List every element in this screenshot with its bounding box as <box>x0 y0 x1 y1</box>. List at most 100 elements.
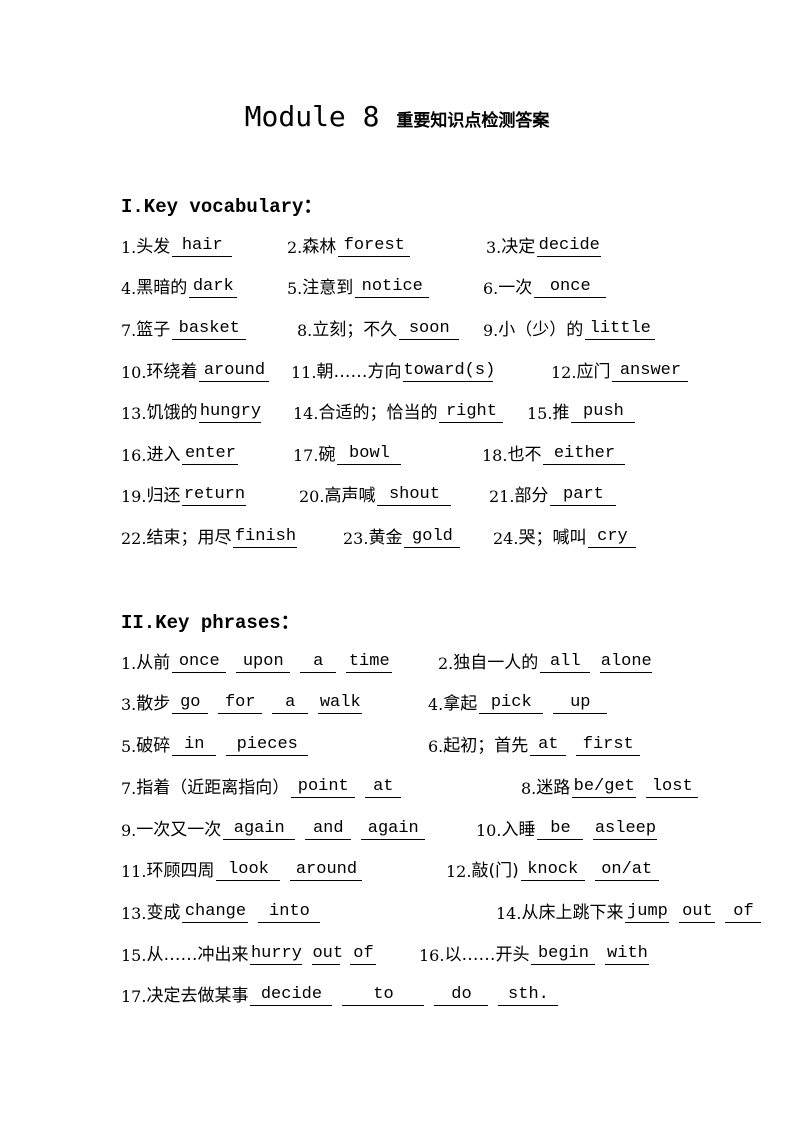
item-chinese-prompt: 结束；用尽 <box>146 528 232 548</box>
answer-blank: first <box>576 735 641 756</box>
item-chinese-prompt: 决定去做某事 <box>146 986 249 1006</box>
answer-blank: shout <box>377 485 452 506</box>
vocab-item: 20. 高声喊 shout <box>299 481 461 506</box>
answer-blank: dark <box>189 277 238 298</box>
item-number: 3. <box>486 238 502 257</box>
vocab-row: 22. 结束；用尽 finish 23. 黄金 gold 24. 哭；喊叫 cry <box>121 523 681 548</box>
item-number: 14. <box>293 404 319 423</box>
item-chinese-prompt: 归还 <box>146 486 181 506</box>
item-number: 16. <box>419 946 445 965</box>
item-chinese-prompt: 决定 <box>501 237 536 257</box>
item-number: 19. <box>121 487 147 506</box>
phrase-item: 2. 独自一人的 all alone <box>438 648 662 673</box>
vocab-item: 8. 立刻；不久 soon <box>297 315 469 340</box>
item-number: 8. <box>297 321 313 340</box>
answer-blank: jump <box>625 902 670 923</box>
item-chinese-prompt: 破碎 <box>136 736 171 756</box>
answer-blank: return <box>182 485 247 506</box>
item-number: 18. <box>482 446 508 465</box>
item-chinese-prompt: 独自一人的 <box>453 653 539 673</box>
item-number: 10. <box>476 821 502 840</box>
item-number: 13. <box>121 404 147 423</box>
item-chinese-prompt: 散步 <box>136 694 171 714</box>
item-number: 11. <box>291 363 317 382</box>
vocab-item: 21. 部分 part <box>489 481 626 506</box>
section-heading-phrases: II.Key phrases： <box>121 612 300 634</box>
vocab-item: 5. 注意到 notice <box>287 273 439 298</box>
item-number: 12. <box>551 363 577 382</box>
phrase-row: 11. 环顾四周 look around 12. 敲(门) knock on/at <box>121 856 681 881</box>
vocab-item: 22. 结束；用尽 finish <box>121 523 307 548</box>
item-chinese-prompt: 也不 <box>507 445 542 465</box>
answer-blank: go <box>172 693 209 714</box>
item-chinese-prompt: 入睡 <box>501 820 536 840</box>
vocab-item: 10. 环绕着 around <box>121 357 279 382</box>
answer-blank: cry <box>588 527 637 548</box>
phrase-row: 15. 从……冲出来 hurry out of 16. 以……开头 begin with <box>121 940 681 965</box>
vocab-row: 13. 饥饿的 hungry 14. 合适的；恰当的 right 15. 推 push <box>121 398 681 423</box>
answer-blank: around <box>290 860 363 881</box>
item-number: 1. <box>121 238 137 257</box>
vocab-row: 4. 黑暗的 dark 5. 注意到 notice 6. 一次 once <box>121 273 681 298</box>
answer-blank: out <box>312 944 344 965</box>
answer-blank: hungry <box>199 402 262 423</box>
item-chinese-prompt: 环顾四周 <box>146 861 215 881</box>
item-chinese-prompt: 推 <box>552 403 570 423</box>
vocab-item: 7. 篮子 basket <box>121 315 256 340</box>
item-chinese-prompt: 从床上跳下来 <box>521 903 624 923</box>
vocab-item: 18. 也不 either <box>482 440 635 465</box>
item-chinese-prompt: 立刻；不久 <box>312 320 398 340</box>
item-number: 17. <box>293 446 319 465</box>
item-number: 23. <box>343 529 369 548</box>
answer-blank: at <box>365 777 402 798</box>
phrase-item: 8. 迷路 be/get lost <box>521 773 708 798</box>
item-number: 3. <box>121 695 137 714</box>
item-number: 24. <box>493 529 519 548</box>
section-heading-vocabulary: I.Key vocabulary： <box>121 196 323 218</box>
item-number: 6. <box>483 279 499 298</box>
item-chinese-prompt: 合适的；恰当的 <box>318 403 438 423</box>
item-chinese-prompt: 应门 <box>576 362 611 382</box>
answer-blank: knock <box>520 860 585 881</box>
answer-blank: forest <box>338 236 411 257</box>
vocab-item: 2. 森林 forest <box>287 232 420 257</box>
answer-blank: decide <box>250 985 333 1006</box>
phrase-row: 5. 破碎 in pieces 6. 起初；首先 at first <box>121 731 681 756</box>
item-chinese-prompt: 变成 <box>146 903 181 923</box>
item-chinese-prompt: 敲(门) <box>471 861 519 881</box>
vocab-item: 12. 应门 answer <box>551 357 698 382</box>
answer-blank: and <box>305 819 352 840</box>
item-number: 10. <box>121 363 147 382</box>
phrase-item: 1. 从前 once upon a time <box>121 648 402 673</box>
item-number: 9. <box>121 821 137 840</box>
vocab-row: 7. 篮子 basket 8. 立刻；不久 soon 9. 小（少）的 little <box>121 315 681 340</box>
answer-blank: look <box>216 860 281 881</box>
phrase-item: 16. 以……开头 begin with <box>419 940 659 965</box>
vocab-item: 9. 小（少）的 little <box>483 315 665 340</box>
phrase-row: 17. 决定去做某事 decide to do sth. <box>121 981 681 1006</box>
answer-blank: soon <box>399 319 460 340</box>
item-number: 12. <box>446 862 472 881</box>
answer-blank: be/get <box>572 777 637 798</box>
answer-blank: gold <box>404 527 461 548</box>
answer-blank: into <box>258 902 321 923</box>
vocab-item: 4. 黑暗的 dark <box>121 273 247 298</box>
item-chinese-prompt: 部分 <box>514 486 549 506</box>
item-number: 1. <box>121 654 137 673</box>
answer-blank: at <box>530 735 567 756</box>
vocab-item: 15. 推 push <box>527 398 645 423</box>
answer-blank: push <box>571 402 636 423</box>
item-number: 11. <box>121 862 147 881</box>
title-cn: 重要知识点检测答案 <box>396 111 550 131</box>
phrase-item: 3. 散步 go for a walk <box>121 689 372 714</box>
item-chinese-prompt: 头发 <box>136 237 171 257</box>
item-number: 15. <box>527 404 553 423</box>
item-chinese-prompt: 进入 <box>146 445 181 465</box>
answer-blank: asleep <box>593 819 658 840</box>
answer-blank: alone <box>600 652 653 673</box>
item-chinese-prompt: 一次又一次 <box>136 820 222 840</box>
item-number: 15. <box>121 946 147 965</box>
item-chinese-prompt: 篮子 <box>136 320 171 340</box>
item-number: 17. <box>121 987 147 1006</box>
item-number: 7. <box>121 779 137 798</box>
